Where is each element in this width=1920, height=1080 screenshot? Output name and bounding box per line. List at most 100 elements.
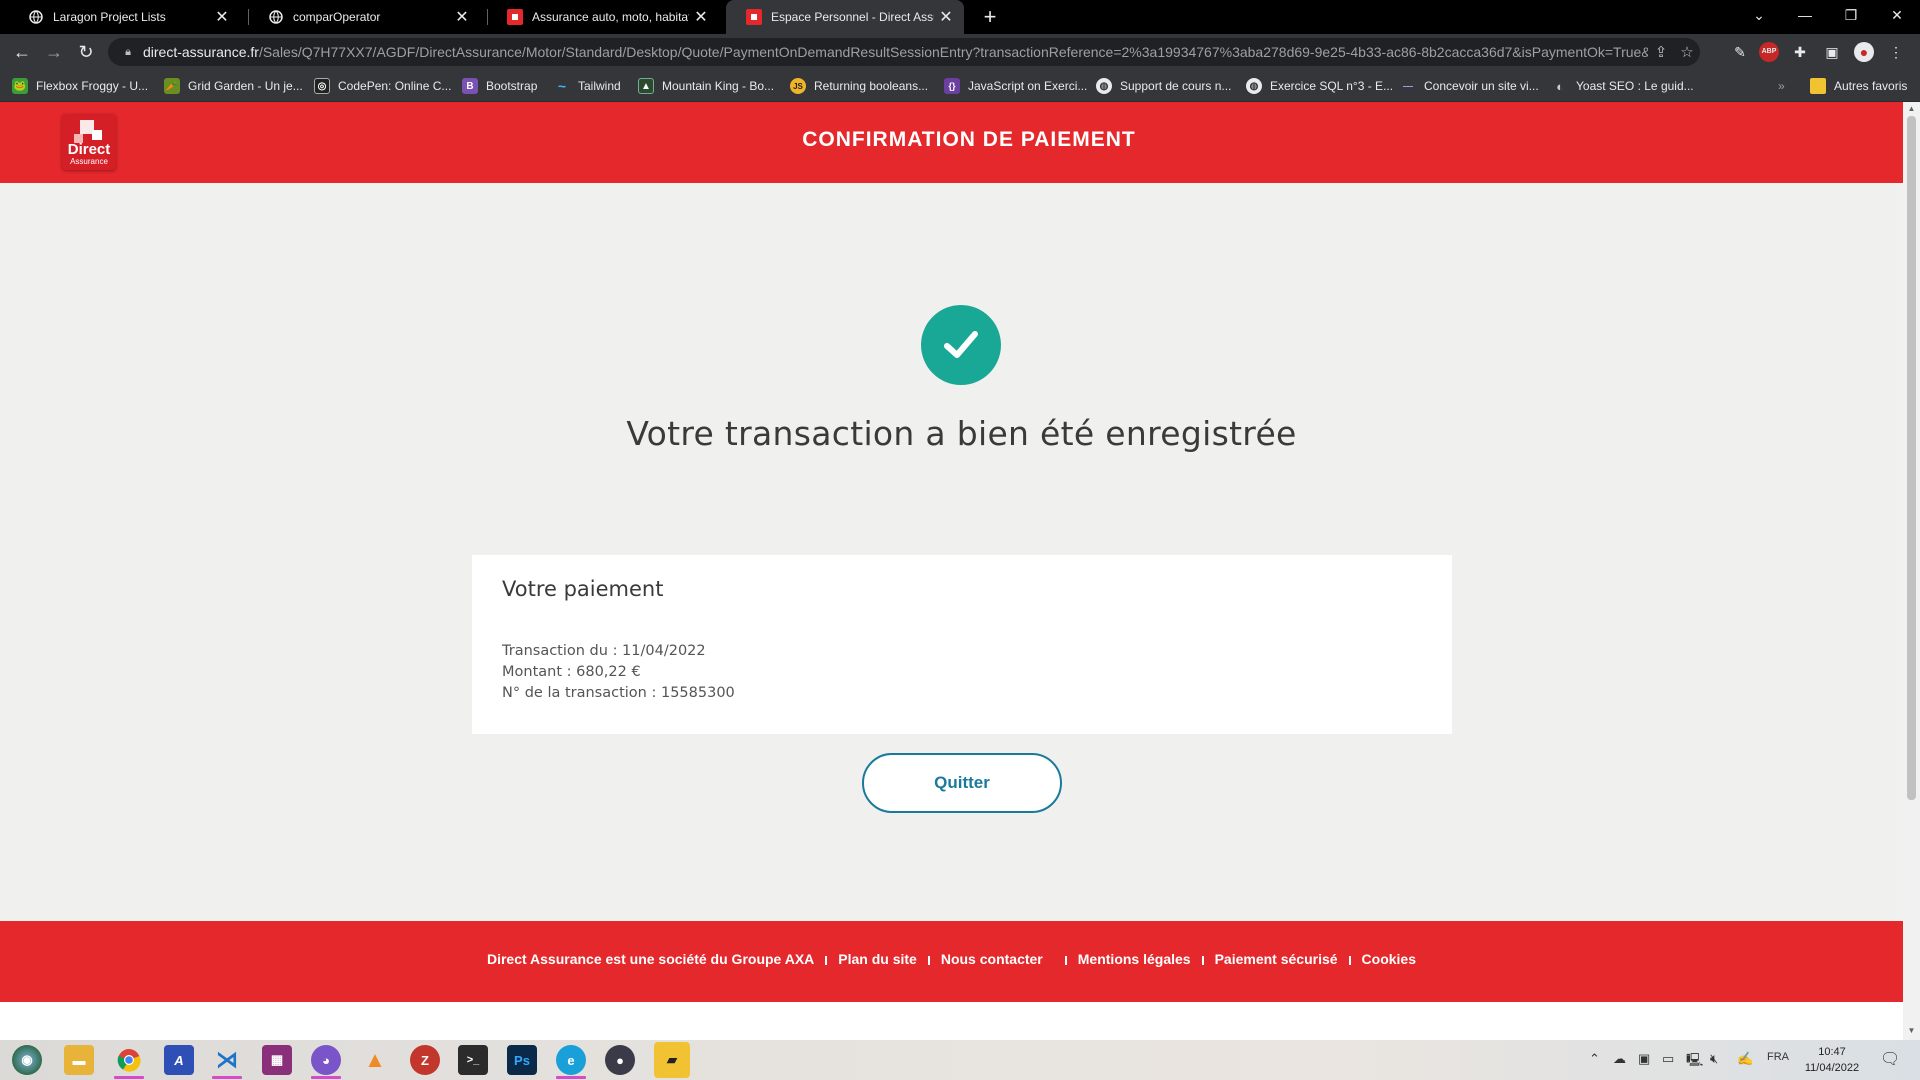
- url-text[interactable]: direct-assurance.fr/Sales/Q7H77XX7/AGDF/…: [143, 44, 1648, 60]
- bookmark-item[interactable]: {} JavaScript on Exerci...: [944, 76, 1087, 96]
- lock-icon[interactable]: 🔒︎: [121, 46, 135, 59]
- pen-icon[interactable]: ✍: [1737, 1051, 1753, 1067]
- bookmark-item[interactable]: ◎ CodePen: Online C...: [314, 76, 451, 96]
- dash-icon: —: [1403, 80, 1413, 92]
- bootstrap-icon: B: [462, 78, 478, 94]
- transaction-date: Transaction du : 11/04/2022: [502, 643, 706, 659]
- restore-icon[interactable]: ❐: [1828, 0, 1874, 30]
- bookmark-star-icon[interactable]: ☆: [1674, 43, 1700, 61]
- bookmark-item[interactable]: ◍ Exercice SQL n°3 - E...: [1246, 76, 1393, 96]
- other-bookmarks-folder[interactable]: Autres favoris: [1810, 76, 1907, 96]
- tailwind-icon: ~: [557, 78, 567, 94]
- quit-button[interactable]: Quitter: [862, 753, 1062, 813]
- file-explorer-icon[interactable]: ▬: [64, 1045, 94, 1075]
- exercism-icon: {}: [944, 78, 960, 94]
- tab-espace-personnel[interactable]: Espace Personnel - Direct Assurance ✕: [726, 0, 964, 34]
- scrollbar-thumb[interactable]: [1907, 116, 1916, 800]
- bookmarks-bar: 🐸 Flexbox Froggy - U... 🥕 Grid Garden - Un…: [0, 70, 1920, 102]
- vlc-icon[interactable]: ▲: [360, 1045, 390, 1075]
- minimize-icon[interactable]: —: [1782, 0, 1828, 30]
- adblock-extension-icon[interactable]: ABP: [1759, 42, 1779, 62]
- bookmark-item[interactable]: — Concevoir un site vi...: [1400, 76, 1539, 96]
- start-button-icon[interactable]: ◉: [12, 1045, 42, 1075]
- footer-cookies-link[interactable]: Cookies: [1362, 951, 1416, 967]
- network-icon[interactable]: 🖳︎: [1686, 1051, 1703, 1073]
- close-window-icon[interactable]: ✕: [1874, 0, 1920, 30]
- volume-muted-icon[interactable]: 🔇︎: [1710, 1051, 1718, 1067]
- clock-date: 11/04/2022: [1804, 1062, 1860, 1074]
- scroll-down-icon[interactable]: ▼: [1907, 1026, 1916, 1036]
- tray-overflow-icon[interactable]: ⌃: [1589, 1051, 1600, 1067]
- carrot-icon: 🥕: [164, 78, 180, 94]
- edge-icon[interactable]: e: [556, 1045, 586, 1075]
- chrome-icon[interactable]: [114, 1045, 144, 1075]
- payment-summary-card: Votre paiement Transaction du : 11/04/20…: [472, 555, 1452, 734]
- page-scrollbar[interactable]: ▲ ▼: [1903, 102, 1920, 1040]
- side-panel-icon[interactable]: ▣: [1822, 42, 1842, 62]
- page-viewport: Direct Assurance CONFIRMATION DE PAIEMEN…: [0, 102, 1903, 1040]
- bookmark-item[interactable]: 🥕 Grid Garden - Un je...: [164, 76, 303, 96]
- bookmark-item[interactable]: ~ Tailwind: [554, 76, 621, 96]
- winrar-icon[interactable]: ▦: [262, 1045, 292, 1075]
- bookmark-item[interactable]: B Bootstrap: [462, 76, 537, 96]
- battery-icon[interactable]: ▭: [1662, 1051, 1674, 1067]
- new-tab-button[interactable]: +: [976, 3, 1004, 31]
- footer-axa-link[interactable]: Direct Assurance est une société du Grou…: [487, 951, 814, 967]
- card-title: Votre paiement: [502, 577, 664, 601]
- close-tab-icon[interactable]: ✕: [450, 7, 474, 27]
- direct-assurance-icon: [746, 9, 762, 25]
- share-icon[interactable]: ⇪: [1648, 43, 1674, 61]
- footer-sitemap-link[interactable]: Plan du site: [838, 951, 917, 967]
- extensions-puzzle-icon[interactable]: ✚: [1790, 42, 1810, 62]
- page-footer: Direct Assurance est une société du Grou…: [0, 921, 1903, 1002]
- footer-contact-link[interactable]: Nous contacter: [941, 951, 1043, 967]
- transaction-number: N° de la transaction : 15585300: [502, 685, 735, 701]
- tab-laragon[interactable]: Laragon Project Lists ✕: [8, 0, 240, 34]
- tab-title: Espace Personnel - Direct Assurance: [771, 10, 934, 24]
- close-tab-icon[interactable]: ✕: [210, 7, 234, 27]
- system-clock[interactable]: 10:47 11/04/2022: [1796, 1044, 1868, 1076]
- footer-links: Direct Assurance est une société du Grou…: [0, 951, 1903, 967]
- menu-kebab-icon[interactable]: ⋮: [1886, 42, 1906, 62]
- tray-app-icon[interactable]: ▣: [1638, 1051, 1650, 1067]
- close-tab-icon[interactable]: ✕: [689, 7, 713, 27]
- browser-toolbar: ← → ↻ 🔒︎ direct-assurance.fr/Sales/Q7H77…: [0, 34, 1920, 70]
- bookmarks-overflow-icon[interactable]: »: [1778, 76, 1785, 96]
- footer-legal-link[interactable]: Mentions légales: [1078, 951, 1191, 967]
- bookmark-item[interactable]: ◐ Yoast SEO : Le guid...: [1552, 76, 1694, 96]
- language-indicator[interactable]: FRA: [1767, 1051, 1789, 1063]
- obs-icon[interactable]: ●: [605, 1045, 635, 1075]
- tab-comparoperator[interactable]: comparOperator ✕: [248, 0, 480, 34]
- address-bar[interactable]: 🔒︎ direct-assurance.fr/Sales/Q7H77XX7/AG…: [108, 38, 1700, 66]
- footer-secure-payment-link[interactable]: Paiement sécurisé: [1215, 951, 1338, 967]
- vscode-icon[interactable]: ⋊: [212, 1045, 242, 1075]
- back-arrow-icon[interactable]: ←: [8, 38, 36, 66]
- clock-time: 10:47: [1818, 1046, 1846, 1058]
- affinity-designer-icon[interactable]: A: [164, 1045, 194, 1075]
- tab-search-icon[interactable]: ⌄: [1736, 0, 1782, 30]
- tab-title: Assurance auto, moto, habitation: [532, 10, 689, 24]
- profile-avatar[interactable]: ●: [1854, 42, 1874, 62]
- sticky-notes-icon[interactable]: ▰: [654, 1042, 690, 1078]
- notifications-icon[interactable]: 🗨︎: [1880, 1049, 1900, 1069]
- reload-icon[interactable]: ↻: [72, 38, 100, 66]
- bookmark-item[interactable]: ◍ Support de cours n...: [1096, 76, 1231, 96]
- page-title: CONFIRMATION DE PAIEMENT: [802, 128, 1136, 151]
- scroll-up-icon[interactable]: ▲: [1907, 104, 1916, 114]
- bookmark-item[interactable]: ▲ Mountain King - Bo...: [638, 76, 774, 96]
- close-tab-icon[interactable]: ✕: [934, 7, 958, 27]
- folder-icon: [1810, 78, 1826, 94]
- pen-extension-icon[interactable]: ✎: [1730, 42, 1750, 62]
- chat-app-icon[interactable]: ◕: [311, 1045, 341, 1075]
- tab-assurance-auto[interactable]: Assurance auto, moto, habitation ✕: [487, 0, 719, 34]
- forward-arrow-icon[interactable]: →: [40, 38, 68, 66]
- tab-title: Laragon Project Lists: [53, 10, 166, 24]
- terminal-icon[interactable]: >_: [458, 1045, 488, 1075]
- filezilla-icon[interactable]: Z: [410, 1045, 440, 1075]
- photoshop-icon[interactable]: Ps: [507, 1045, 537, 1075]
- bookmark-item[interactable]: 🐸 Flexbox Froggy - U...: [12, 76, 148, 96]
- direct-assurance-icon: [507, 9, 523, 25]
- page-header: Direct Assurance CONFIRMATION DE PAIEMEN…: [0, 102, 1903, 183]
- onedrive-icon[interactable]: ☁: [1613, 1051, 1626, 1067]
- bookmark-item[interactable]: JS Returning booleans...: [790, 76, 928, 96]
